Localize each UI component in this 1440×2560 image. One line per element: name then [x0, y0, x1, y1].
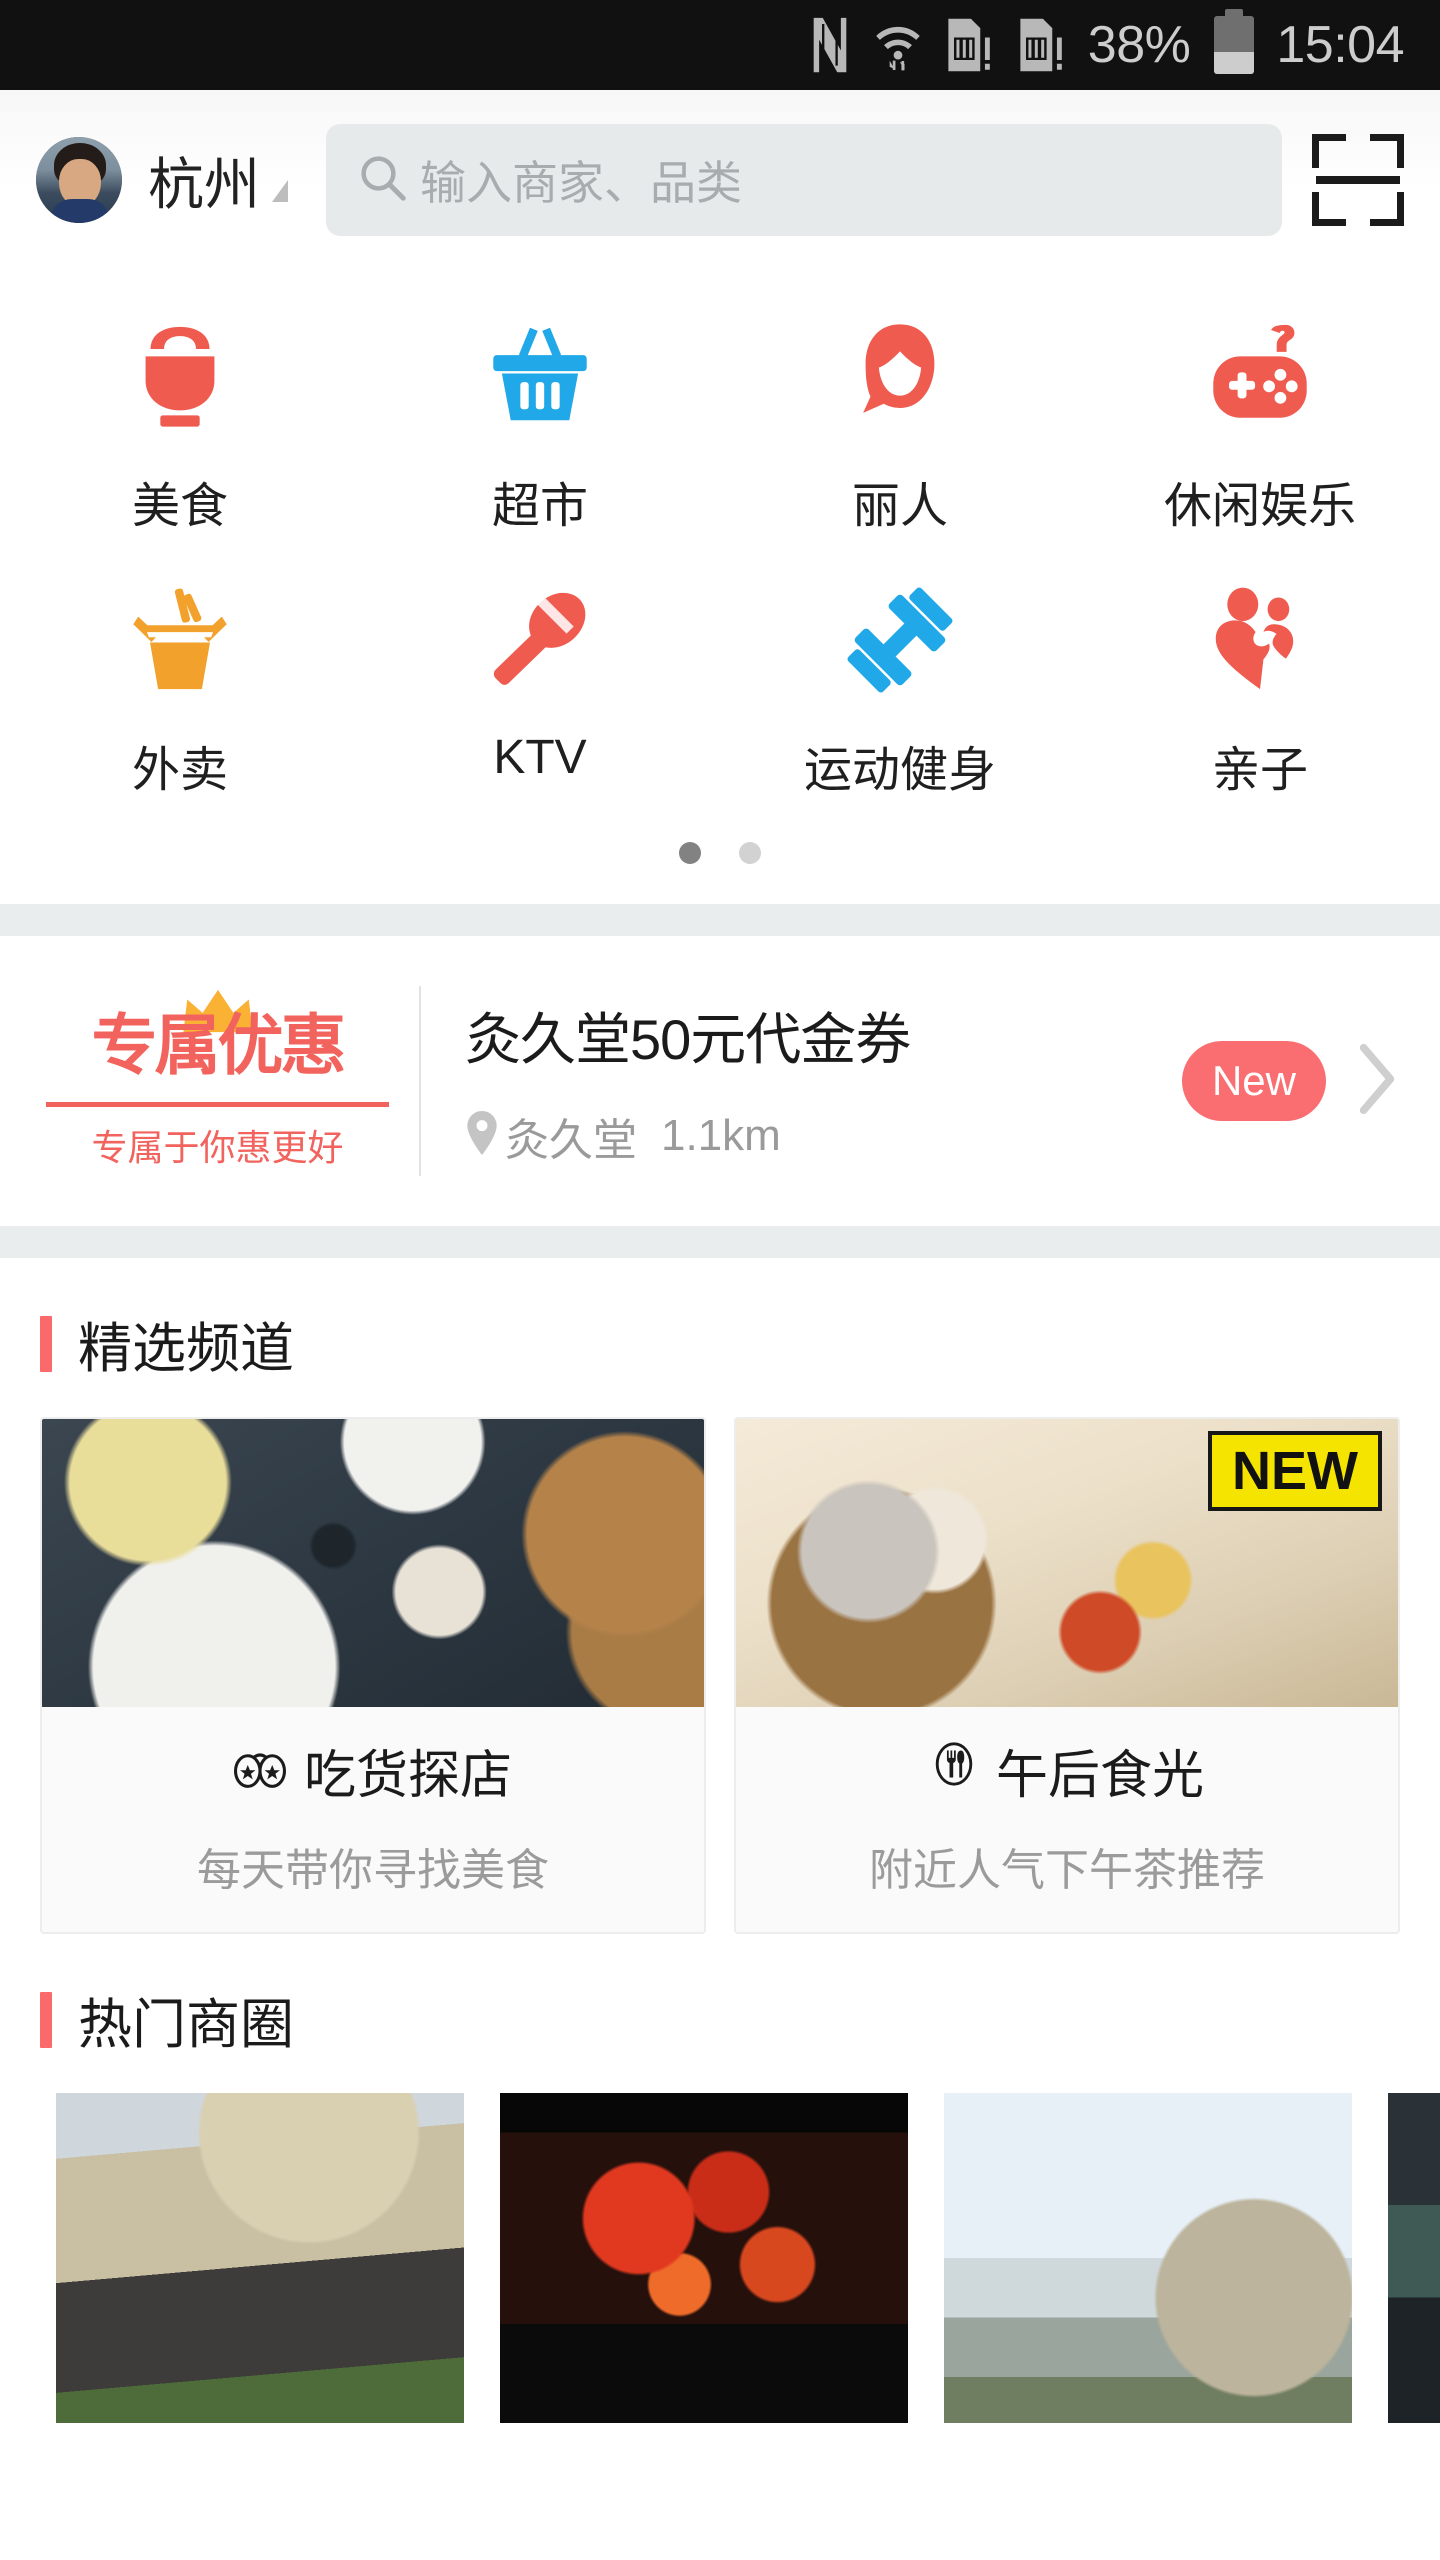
card-title-row: 午后食光 — [736, 1733, 1398, 1808]
district-thumbnail[interactable] — [56, 2093, 464, 2423]
category-label: 丽人 — [851, 480, 948, 533]
promo-logo: 专属优惠 专属于你惠更好 — [40, 989, 395, 1171]
promo-logo-subtitle: 专属于你惠更好 — [91, 1126, 344, 1168]
card-body: 吃货探店 每天带你寻找美食 — [42, 1707, 704, 1932]
game-controller-icon — [1201, 316, 1319, 436]
scan-qr-icon[interactable] — [1312, 134, 1404, 226]
section-divider-2 — [0, 1226, 1440, 1258]
card-image — [42, 1419, 704, 1707]
district-thumbnail[interactable] — [944, 2093, 1352, 2423]
new-badge: NEW — [1208, 1431, 1382, 1512]
category-grid: 美食 超市 丽人 休闲娱乐 外卖 KTV 运动健身 亲子 — [0, 270, 1440, 904]
city-selector-label[interactable]: 杭州 — [148, 140, 260, 221]
takeout-box-icon — [121, 580, 239, 700]
fork-knife-circle-icon — [930, 1740, 978, 1801]
promo-logo-text: 专属优惠 — [91, 1006, 347, 1084]
nfc-icon — [808, 16, 852, 74]
sim1-alert-icon — [944, 15, 994, 75]
category-item-qinzi[interactable]: 亲子 — [1080, 554, 1440, 818]
section-accent-bar — [40, 1315, 52, 1372]
card-subtitle: 每天带你寻找美食 — [197, 1846, 549, 1895]
section-divider — [0, 904, 1440, 936]
card-subtitle: 附近人气下午茶推荐 — [869, 1846, 1265, 1895]
chevron-down-icon[interactable] — [272, 180, 288, 202]
search-input[interactable]: 输入商家、品类 — [326, 124, 1282, 236]
category-item-xiuxian[interactable]: 休闲娱乐 — [1080, 290, 1440, 554]
card-title-row: 吃货探店 — [42, 1733, 704, 1808]
category-item-meishi[interactable]: 美食 — [0, 290, 360, 554]
promo-content: 灸久堂50元代金券 灸久堂 1.1km — [465, 995, 1182, 1168]
category-item-liren[interactable]: 丽人 — [720, 290, 1080, 554]
promo-banner[interactable]: 专属优惠 专属于你惠更好 灸久堂50元代金券 灸久堂 1.1km New — [0, 936, 1440, 1226]
category-label: KTV — [493, 731, 587, 784]
promo-distance: 1.1km — [661, 1110, 781, 1160]
sim2-alert-icon — [1016, 15, 1066, 75]
featured-card-list: 吃货探店 每天带你寻找美食 NEW 午后食光 附近人气下午茶推荐 — [0, 1403, 1440, 1934]
district-thumbnail[interactable] — [500, 2093, 908, 2423]
card-image: NEW — [736, 1419, 1398, 1707]
beauty-woman-icon — [841, 316, 959, 436]
category-item-waimai[interactable]: 外卖 — [0, 554, 360, 818]
parent-child-icon — [1201, 580, 1319, 700]
promo-meta: 灸久堂 1.1km — [465, 1104, 1182, 1168]
chevron-right-icon[interactable] — [1354, 1041, 1400, 1122]
district-thumbnail[interactable] — [1388, 2093, 1440, 2423]
promo-title: 灸久堂50元代金券 — [465, 1007, 911, 1071]
dumbbell-icon — [841, 580, 959, 700]
promo-divider — [419, 986, 421, 1176]
battery-percent: 38% — [1087, 16, 1191, 74]
pager-dot-active[interactable] — [679, 842, 701, 864]
hot-district-section-header: 热门商圈 — [0, 1934, 1440, 2079]
microphone-icon — [481, 580, 599, 700]
category-label: 亲子 — [1211, 744, 1308, 797]
card-title: 午后食光 — [995, 1747, 1204, 1805]
location-pin-icon — [465, 1111, 499, 1160]
clock: 15:04 — [1276, 16, 1404, 74]
status-badge[interactable]: New — [1181, 1041, 1326, 1121]
hot-district-carousel[interactable] — [0, 2079, 1440, 2423]
search-placeholder: 输入商家、品类 — [420, 157, 742, 209]
category-label: 超市 — [491, 480, 588, 533]
section-title: 热门商圈 — [78, 1995, 294, 2055]
featured-card[interactable]: NEW 午后食光 附近人气下午茶推荐 — [734, 1417, 1400, 1934]
category-label: 美食 — [131, 480, 228, 533]
category-row-1: 美食 超市 丽人 休闲娱乐 — [0, 290, 1440, 554]
binoculars-icon — [233, 1741, 286, 1801]
card-body: 午后食光 附近人气下午茶推荐 — [736, 1707, 1398, 1932]
shopping-basket-icon — [481, 316, 599, 436]
status-bar: 38% 15:04 — [0, 0, 1440, 90]
promo-shop-name: 灸久堂 — [505, 1115, 637, 1165]
section-title: 精选频道 — [78, 1319, 294, 1379]
avatar[interactable] — [36, 137, 122, 223]
category-item-ktv[interactable]: KTV — [360, 554, 720, 818]
category-item-chaoshi[interactable]: 超市 — [360, 290, 720, 554]
featured-section-header: 精选频道 — [0, 1258, 1440, 1403]
category-row-2: 外卖 KTV 运动健身 亲子 — [0, 554, 1440, 818]
rice-bowl-icon — [121, 316, 239, 436]
app-header: 杭州 输入商家、品类 — [0, 90, 1440, 270]
promo-logo-rule — [46, 1101, 389, 1107]
featured-card[interactable]: 吃货探店 每天带你寻找美食 — [40, 1417, 706, 1934]
pager-dot[interactable] — [739, 842, 761, 864]
category-label: 休闲娱乐 — [1163, 480, 1356, 533]
category-label: 外卖 — [131, 744, 228, 797]
section-accent-bar — [40, 1991, 52, 2048]
card-title: 吃货探店 — [303, 1747, 512, 1805]
wifi-icon — [874, 16, 922, 74]
battery-icon — [1214, 9, 1255, 74]
category-label: 运动健身 — [803, 744, 996, 797]
category-pager[interactable] — [0, 818, 1440, 898]
category-item-yundong[interactable]: 运动健身 — [720, 554, 1080, 818]
search-icon — [356, 151, 410, 210]
